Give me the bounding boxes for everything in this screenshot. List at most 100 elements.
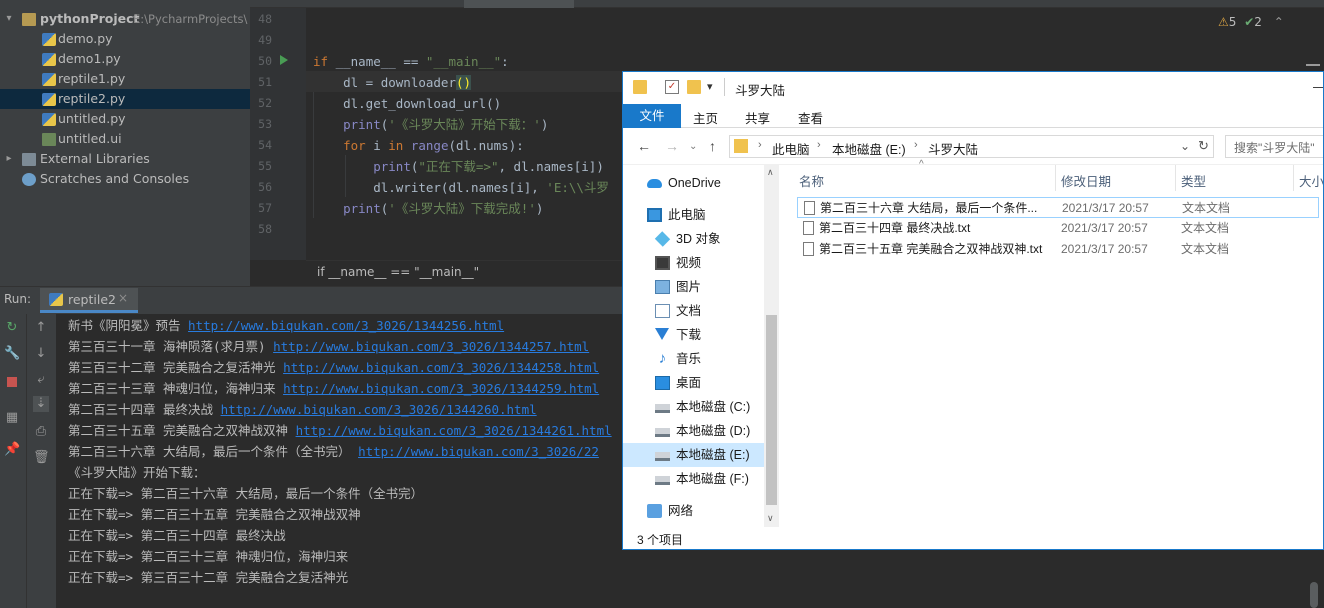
tree-file-untitled-py[interactable]: untitled.py	[0, 109, 250, 129]
nav-drive-e[interactable]: 本地磁盘 (E:)	[623, 443, 765, 467]
stop-icon[interactable]	[4, 376, 20, 392]
nav-pictures[interactable]: 图片	[623, 275, 765, 299]
nav-drive-f[interactable]: 本地磁盘 (F:)	[623, 467, 765, 491]
nav-drive-d[interactable]: 本地磁盘 (D:)	[623, 419, 765, 443]
ribbon-tab-home[interactable]: 主页	[693, 108, 718, 127]
run-tab-reptile2[interactable]: reptile2 ×	[40, 288, 138, 313]
file-name: 第二百三十四章 最终决战.txt	[819, 221, 971, 235]
tree-external-libraries[interactable]: ▸ External Libraries	[0, 149, 250, 169]
drive-icon	[655, 452, 670, 461]
text-file-icon	[803, 221, 814, 235]
file-date: 2021/3/17 20:57	[1061, 242, 1148, 256]
run-tab-label: reptile2	[68, 292, 116, 307]
console-link[interactable]: http://www.biqukan.com/3_3026/1344258.ht…	[283, 360, 599, 375]
properties-icon[interactable]: ✓	[665, 80, 679, 94]
nav-videos[interactable]: 视频	[623, 251, 765, 275]
project-tree-panel: ▾ pythonProject E:\PycharmProjects\ demo…	[0, 0, 250, 286]
nav-desktop[interactable]: 桌面	[623, 371, 765, 395]
up-arrow-icon[interactable]: ↑	[709, 138, 716, 154]
layout-icon[interactable]: ▦	[4, 410, 20, 426]
tree-file-reptile1[interactable]: reptile1.py	[0, 69, 250, 89]
active-editor-tab[interactable]	[464, 0, 574, 8]
file-row[interactable]: 第二百三十四章 最终决战.txt 2021/3/17 20:57 文本文档	[797, 218, 1319, 239]
chevron-right-icon[interactable]: ▸	[4, 149, 14, 169]
trash-icon[interactable]: 🗑	[33, 450, 50, 466]
console-link[interactable]: http://www.biqukan.com/3_3026/22	[358, 444, 599, 459]
tree-root-row[interactable]: ▾ pythonProject E:\PycharmProjects\	[0, 9, 250, 29]
tree-file-demo[interactable]: demo.py	[0, 29, 250, 49]
scroll-down-icon[interactable]: ∨	[767, 513, 774, 524]
nav-network[interactable]: 网络	[623, 499, 765, 523]
nav-music[interactable]: ♪ 音乐	[623, 347, 765, 371]
editor-breadcrumb[interactable]: if __name__ == "__main__"	[317, 265, 479, 279]
print-icon[interactable]: ⎙	[33, 424, 49, 440]
inspection-widget[interactable]: ⚠5 ✔2 ⌃	[1218, 14, 1284, 30]
chevron-down-icon[interactable]: ▾	[4, 9, 14, 29]
chevron-up-icon[interactable]: ⌃	[1274, 15, 1284, 29]
nav-drive-c[interactable]: 本地磁盘 (C:)	[623, 395, 765, 419]
explorer-titlebar[interactable]: ✓ ▾ 斗罗大陆 —	[623, 72, 1323, 104]
breadcrumb-separator[interactable]: ›	[817, 139, 821, 151]
breadcrumb-separator[interactable]: ›	[914, 139, 918, 151]
file-row[interactable]: 第二百三十六章 大结局，最后一个条件... 2021/3/17 20:57 文本…	[797, 197, 1319, 218]
console-link[interactable]: http://www.biqukan.com/3_3026/1344261.ht…	[296, 423, 612, 438]
rerun-icon[interactable]: ↻	[4, 320, 20, 336]
ribbon-tab-file[interactable]: 文件	[623, 104, 681, 128]
close-icon[interactable]: ×	[118, 291, 128, 305]
search-input[interactable]: 搜索"斗罗大陆"	[1225, 135, 1323, 158]
scroll-up-icon[interactable]: ∧	[767, 167, 774, 178]
minimize-button[interactable]: —	[1313, 78, 1323, 94]
column-divider[interactable]	[1175, 165, 1176, 191]
column-header-size[interactable]: 大小	[1299, 171, 1323, 190]
back-arrow-icon[interactable]: ←	[637, 138, 651, 154]
soft-wrap-icon[interactable]: ⤶	[33, 372, 49, 388]
console-scrollbar[interactable]	[1310, 582, 1318, 608]
editor-tab-bar[interactable]	[250, 0, 1324, 8]
breadcrumb-this-pc[interactable]: 此电脑	[772, 139, 810, 158]
customize-toolbar-icon[interactable]: ▾	[707, 80, 713, 93]
breadcrumb-separator[interactable]: ›	[758, 139, 762, 151]
address-bar[interactable]: › 此电脑 › 本地磁盘 (E:) › 斗罗大陆 ⌄ ↻	[729, 135, 1214, 158]
scroll-to-end-icon[interactable]: ⇣	[33, 396, 49, 412]
wrench-icon[interactable]: 🔧	[4, 346, 20, 362]
run-toolbar-secondary: ↑ ↓ ⤶ ⇣ ⎙ 🗑	[26, 314, 56, 608]
console-link[interactable]: http://www.biqukan.com/3_3026/1344260.ht…	[221, 402, 537, 417]
refresh-icon[interactable]: ↻	[1198, 138, 1209, 154]
ribbon-tab-share[interactable]: 共享	[745, 108, 770, 127]
ribbon-tab-view[interactable]: 查看	[798, 108, 823, 127]
new-folder-icon[interactable]	[687, 80, 701, 94]
column-divider[interactable]	[1293, 165, 1294, 191]
column-divider[interactable]	[1055, 165, 1056, 191]
tree-file-untitled-ui[interactable]: untitled.ui	[0, 129, 250, 149]
column-header-type[interactable]: 类型	[1181, 171, 1206, 190]
pin-icon[interactable]: 📌	[4, 442, 20, 458]
nav-this-pc[interactable]: 此电脑	[623, 203, 765, 227]
tree-scratches[interactable]: Scratches and Consoles	[0, 169, 250, 189]
recent-locations-icon[interactable]: ⌄	[689, 141, 697, 152]
column-header-date[interactable]: 修改日期	[1061, 171, 1111, 190]
tree-file-demo1[interactable]: demo1.py	[0, 49, 250, 69]
forward-arrow-icon[interactable]: →	[665, 138, 679, 154]
python-file-icon	[42, 53, 56, 66]
address-dropdown-icon[interactable]: ⌄	[1180, 139, 1190, 153]
column-header-name[interactable]: 名称	[799, 171, 824, 190]
breadcrumb-current-folder[interactable]: 斗罗大陆	[928, 139, 978, 158]
nav-documents[interactable]: 文档	[623, 299, 765, 323]
breadcrumb-drive-e[interactable]: 本地磁盘 (E:)	[832, 139, 906, 158]
console-link[interactable]: http://www.biqukan.com/3_3026/1344257.ht…	[273, 339, 589, 354]
explorer-ribbon: 文件 主页 共享 查看	[623, 104, 1323, 128]
console-link[interactable]: http://www.biqukan.com/3_3026/1344259.ht…	[283, 381, 599, 396]
navigation-scroll-thumb[interactable]	[766, 315, 777, 505]
run-gutter-icon[interactable]	[280, 55, 288, 65]
arrow-up-icon[interactable]: ↑	[33, 320, 49, 336]
nav-onedrive[interactable]: OneDrive	[623, 171, 765, 195]
console-link[interactable]: http://www.biqukan.com/3_3026/1344256.ht…	[188, 318, 504, 333]
nav-3d-objects[interactable]: 3D 对象	[623, 227, 765, 251]
external-libraries-label: External Libraries	[40, 151, 150, 166]
nav-downloads[interactable]: 下载	[623, 323, 765, 347]
tree-file-reptile2[interactable]: reptile2.py	[0, 89, 250, 109]
navigation-scrollbar[interactable]: ∧ ∨	[764, 165, 779, 527]
arrow-down-icon[interactable]: ↓	[33, 346, 49, 362]
file-row[interactable]: 第二百三十五章 完美融合之双神战双神.txt 2021/3/17 20:57 文…	[797, 239, 1319, 260]
line-number: 56	[258, 180, 272, 194]
